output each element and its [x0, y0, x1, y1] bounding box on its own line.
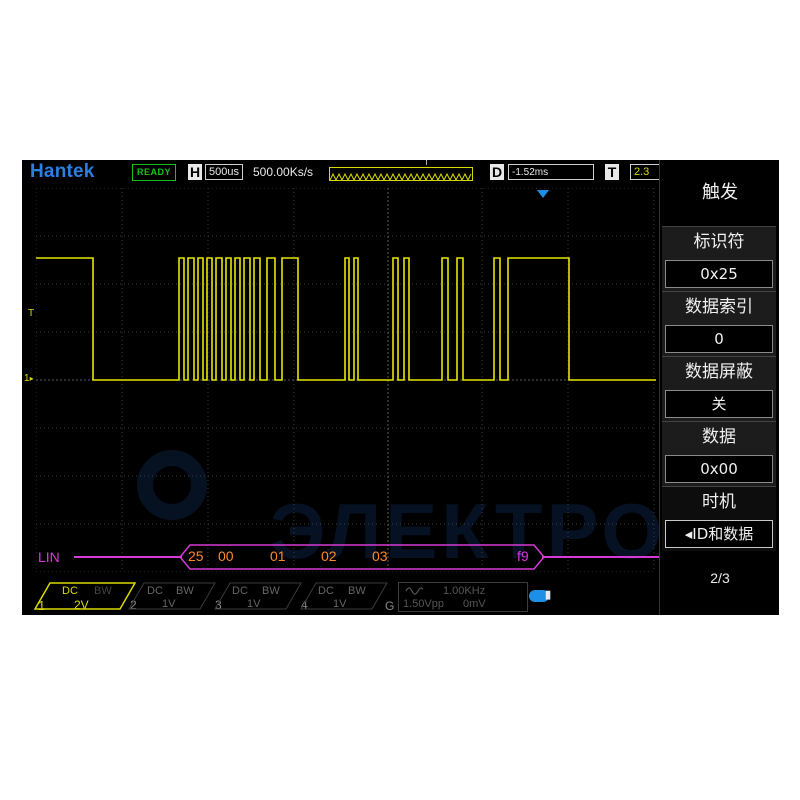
bus-byte: 01 — [270, 548, 286, 564]
menu-item-data[interactable]: 数据 0x00 — [662, 421, 776, 486]
channel-1-ground-marker[interactable]: 1▸ — [24, 373, 34, 384]
channel-3-scale: 1V — [247, 598, 261, 610]
menu-item-data-index[interactable]: 数据索引 0 — [662, 291, 776, 356]
trigger-position-mark: T — [424, 160, 429, 167]
menu-item-value: 0x25 — [665, 260, 773, 288]
bus-byte-identifier: 25 — [188, 548, 204, 564]
generator-frequency: 1.00KHz — [443, 585, 486, 597]
run-status-badge[interactable]: READY — [132, 164, 176, 181]
bus-byte: 03 — [372, 548, 388, 564]
top-status-bar: Hantek READY H 500us 500.00Ks/s T D -1.5… — [22, 160, 660, 184]
sine-wave-icon — [405, 587, 423, 595]
menu-item-label: 标识符 — [693, 232, 745, 252]
generator-amplitude: 1.50Vpp — [403, 598, 444, 610]
channel-2-scale: 1V — [162, 598, 176, 610]
channel-4-bw: BW — [348, 585, 366, 597]
memory-depth-indicator — [329, 167, 473, 182]
timebase-letter: H — [188, 164, 202, 180]
generator-tile[interactable]: G 1.00KHz 1.50Vpp 0mV — [385, 582, 528, 613]
oscilloscope-screen: Hantek READY H 500us 500.00Ks/s T D -1.5… — [22, 160, 779, 615]
trigger-letter: T — [605, 164, 619, 180]
menu-item-label: 数据屏蔽 — [685, 362, 753, 382]
delay-value[interactable]: -1.52ms — [508, 164, 594, 180]
usb-glyph-icon: ▮ — [545, 589, 552, 601]
channel-4-scale: 1V — [333, 598, 347, 610]
channel-1-coupling: DC — [62, 585, 78, 597]
channel-2-coupling: DC — [147, 585, 163, 597]
generator-offset: 0mV — [463, 598, 486, 610]
bus-byte: 02 — [321, 548, 337, 564]
sample-rate: 500.00Ks/s — [253, 165, 314, 179]
channel-2-bw: BW — [176, 585, 194, 597]
menu-item-label: 数据 — [702, 427, 736, 447]
delay-value-text: -1.52ms — [512, 167, 549, 178]
menu-item-value: 0x00 — [665, 455, 773, 483]
channel-4-coupling: DC — [318, 585, 334, 597]
memory-waveform-icon — [329, 172, 472, 182]
menu-item-label: 数据索引 — [685, 297, 753, 317]
menu-item-value: ◂ID和数据 — [665, 520, 773, 548]
generator-letter: G — [385, 599, 395, 613]
bus-idle-line-left — [74, 556, 182, 558]
bus-byte-checksum: f9 — [517, 548, 529, 564]
menu-item-label: 时机 — [702, 492, 736, 512]
channel-1-bw: BW — [94, 585, 112, 597]
bus-idle-line-right — [542, 556, 659, 558]
bus-decode-frame[interactable] — [180, 544, 544, 570]
delay-letter: D — [490, 164, 504, 180]
waveform-display[interactable] — [36, 188, 656, 572]
channel-3-bw: BW — [262, 585, 280, 597]
channel-3-coupling: DC — [232, 585, 248, 597]
bus-label: LIN — [38, 549, 60, 565]
brand-logo: Hantek — [30, 161, 95, 182]
menu-page-indicator[interactable]: 2/3 — [660, 570, 779, 586]
channel-1-scale: 2V — [74, 598, 89, 612]
timebase-value[interactable]: 500us — [205, 164, 243, 180]
channel-1-waveform — [36, 257, 656, 381]
menu-item-data-mask[interactable]: 数据屏蔽 关 — [662, 356, 776, 421]
menu-item-identifier[interactable]: 标识符 0x25 — [662, 226, 776, 291]
menu-item-timing[interactable]: 时机 ◂ID和数据 — [662, 486, 776, 551]
trigger-level-value[interactable]: 2.3 — [630, 164, 660, 180]
menu-title: 触发 — [702, 182, 738, 203]
bus-byte: 00 — [218, 548, 234, 564]
softkey-menu: 触发 标识符 0x25 数据索引 0 数据屏蔽 关 数据 0x00 时机 ◂ID… — [659, 160, 779, 615]
trigger-level-marker[interactable]: T — [28, 308, 34, 319]
menu-item-value: 0 — [665, 325, 773, 353]
menu-item-value: 关 — [665, 390, 773, 418]
